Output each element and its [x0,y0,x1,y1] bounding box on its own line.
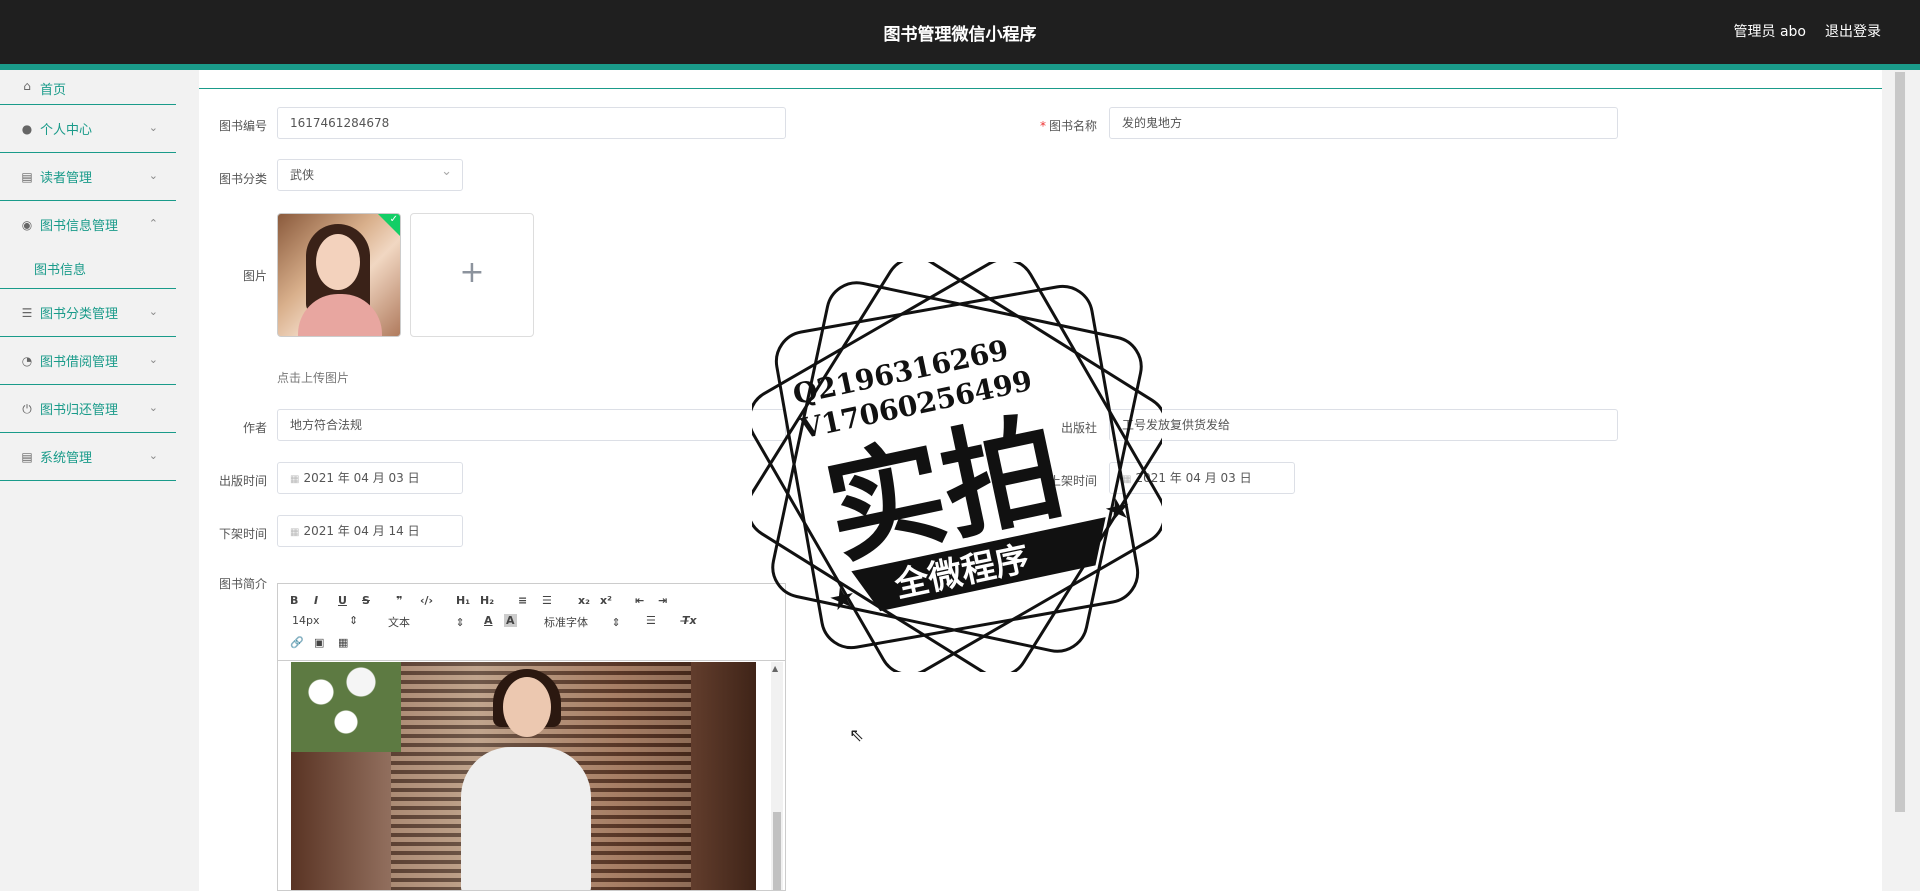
clipboard-icon: ▤ [21,169,33,184]
background-color-button[interactable]: A [504,614,517,627]
sidebar-item-readers[interactable]: ▤ 读者管理 ⌄ [0,153,176,201]
user-icon: ● [21,121,33,136]
sidebar-item-system[interactable]: ▤ 系统管理 ⌄ [0,433,176,481]
sidebar-item-label: 图书归还管理 [40,403,119,418]
page-scrollbar[interactable] [1894,70,1906,812]
ordered-list-button[interactable]: ≡ [518,594,527,607]
sidebar-item-label: 图书借阅管理 [40,355,119,370]
star-icon: ★ [826,579,860,619]
book-name-input[interactable]: 发的鬼地方 [1109,107,1618,139]
sidebar: ⌂ 首页 ● 个人中心 ⌄ ▤ 读者管理 ⌄ ◉ 图书信息管理 ⌃ 图书信息 ☰… [0,70,176,891]
sidebar-item-label: 系统管理 [40,451,93,466]
author-label: 作者 [242,421,267,435]
strike-button[interactable]: S [362,594,370,607]
breadcrumb-divider [199,88,1882,89]
image-label: 图片 [242,269,267,283]
intro-label: 图书简介 [218,577,267,591]
offshelf-date-label: 下架时间 [218,527,267,541]
home-icon: ⌂ [23,79,31,93]
calendar-icon: ▦ [290,527,300,538]
quote-button[interactable]: ❞ [396,594,402,607]
outdent-button[interactable]: ⇤ [635,594,644,607]
star-icon: ★ [1101,490,1135,530]
publisher-input[interactable]: 工号发放复供货发给 [1109,409,1618,441]
mouse-cursor-icon: ⇖ [849,725,865,746]
chevron-down-icon: ⌄ [148,449,158,462]
sidebar-item-label: 图书信息管理 [40,219,119,234]
underline-button[interactable]: U [338,594,347,607]
align-button[interactable]: ☰ [646,614,656,627]
editor-scrollbar[interactable]: ▲ [771,662,783,890]
uploaded-image-thumbnail[interactable]: ✓ [277,213,401,337]
calendar-icon: ▦ [290,474,300,485]
book-no-input[interactable]: 1617461284678 [277,107,786,139]
gauge-icon: ◔ [21,353,33,368]
indent-button[interactable]: ⇥ [658,594,667,607]
sidebar-item-categories[interactable]: ☰ 图书分类管理 ⌄ [0,289,176,337]
publish-date-picker[interactable]: ▦ 2021 年 04 月 03 日 [277,462,463,494]
superscript-button[interactable]: x² [600,594,612,607]
chevron-up-icon: ⌃ [148,217,158,230]
chevron-down-icon: ⌄ [148,121,158,134]
clear-format-button[interactable]: T̶x [682,614,697,627]
sidebar-item-home[interactable]: ⌂ 首页 [0,70,176,105]
watermark-stamp: Q2196316269 V17060256499 实拍 全微程序 ★ ★ [752,262,1162,672]
admin-user-label: 管理员 abo [1733,24,1806,40]
sidebar-subitem-book-info[interactable]: 图书信息 [0,248,176,289]
subscript-button[interactable]: x₂ [578,594,590,607]
chevron-down-icon: ⌄ [148,401,158,414]
font-size-select[interactable]: 14px ⇕ [292,614,358,627]
plus-icon: + [459,255,485,290]
list-icon: ☰ [21,305,33,320]
h1-button[interactable]: H₁ [456,594,470,607]
sidebar-item-returns[interactable]: ⏻ 图书归还管理 ⌄ [0,385,176,433]
category-select[interactable]: 武侠 [277,157,463,191]
publish-date-label: 出版时间 [218,474,267,488]
offshelf-date-picker[interactable]: ▦ 2021 年 04 月 14 日 [277,515,463,547]
sidebar-item-book-info[interactable]: ◉ 图书信息管理 ⌃ [0,201,176,248]
author-input[interactable]: 地方符合法规 [277,409,786,441]
chevron-down-icon: ⌄ [148,305,158,318]
chevron-down-icon: ⌄ [148,353,158,366]
app-title: 图书管理微信小程序 [883,25,1037,45]
category-label: 图书分类 [218,172,267,186]
sidebar-item-borrowing[interactable]: ◔ 图书借阅管理 ⌄ [0,337,176,385]
chevron-down-icon: ⌄ [148,169,158,182]
book-no-label: 图书编号 [218,119,267,133]
upload-image-button[interactable]: + [410,213,534,337]
font-color-button[interactable]: A [484,614,493,627]
logout-button[interactable]: 退出登录 [1825,21,1881,41]
italic-button[interactable]: I [314,594,318,607]
code-button[interactable]: ‹/› [420,594,433,607]
bullet-list-button[interactable]: ☰ [542,594,552,607]
rich-text-editor[interactable]: B I U S ❞ ‹/› H₁ H₂ ≡ ☰ x₂ x² ⇤ ⇥ 14px ⇕… [277,583,786,891]
power-icon: ⏻ [22,401,32,416]
text-style-select[interactable]: 文本 ⇕ [388,614,465,630]
sidebar-item-personal[interactable]: ● 个人中心 ⌄ [0,105,176,153]
h2-button[interactable]: H₂ [480,594,494,607]
editor-content-image [291,662,756,890]
sidebar-item-label: 个人中心 [40,123,93,138]
sidebar-item-label: 图书分类管理 [40,307,119,322]
upload-hint: 点击上传图片 [277,371,350,385]
font-family-select[interactable]: 标准字体 ⇕ [544,614,621,630]
editor-toolbar: B I U S ❞ ‹/› H₁ H₂ ≡ ☰ x₂ x² ⇤ ⇥ 14px ⇕… [278,584,785,661]
video-insert-icon[interactable]: ▦ [338,636,348,649]
image-insert-icon[interactable]: ▣ [314,636,324,649]
bold-button[interactable]: B [290,594,298,607]
check-icon: ✓ [378,214,400,236]
sidebar-item-label: 首页 [40,83,67,98]
book-name-label: * 图书名称 [1039,119,1097,133]
clipboard-icon: ▤ [21,449,33,464]
sidebar-item-label: 读者管理 [40,171,93,186]
link-icon[interactable]: 🔗 [290,636,304,649]
top-bar: 图书管理微信小程序 管理员 abo 退出登录 [0,0,1920,70]
bulb-icon: ◉ [21,217,33,232]
